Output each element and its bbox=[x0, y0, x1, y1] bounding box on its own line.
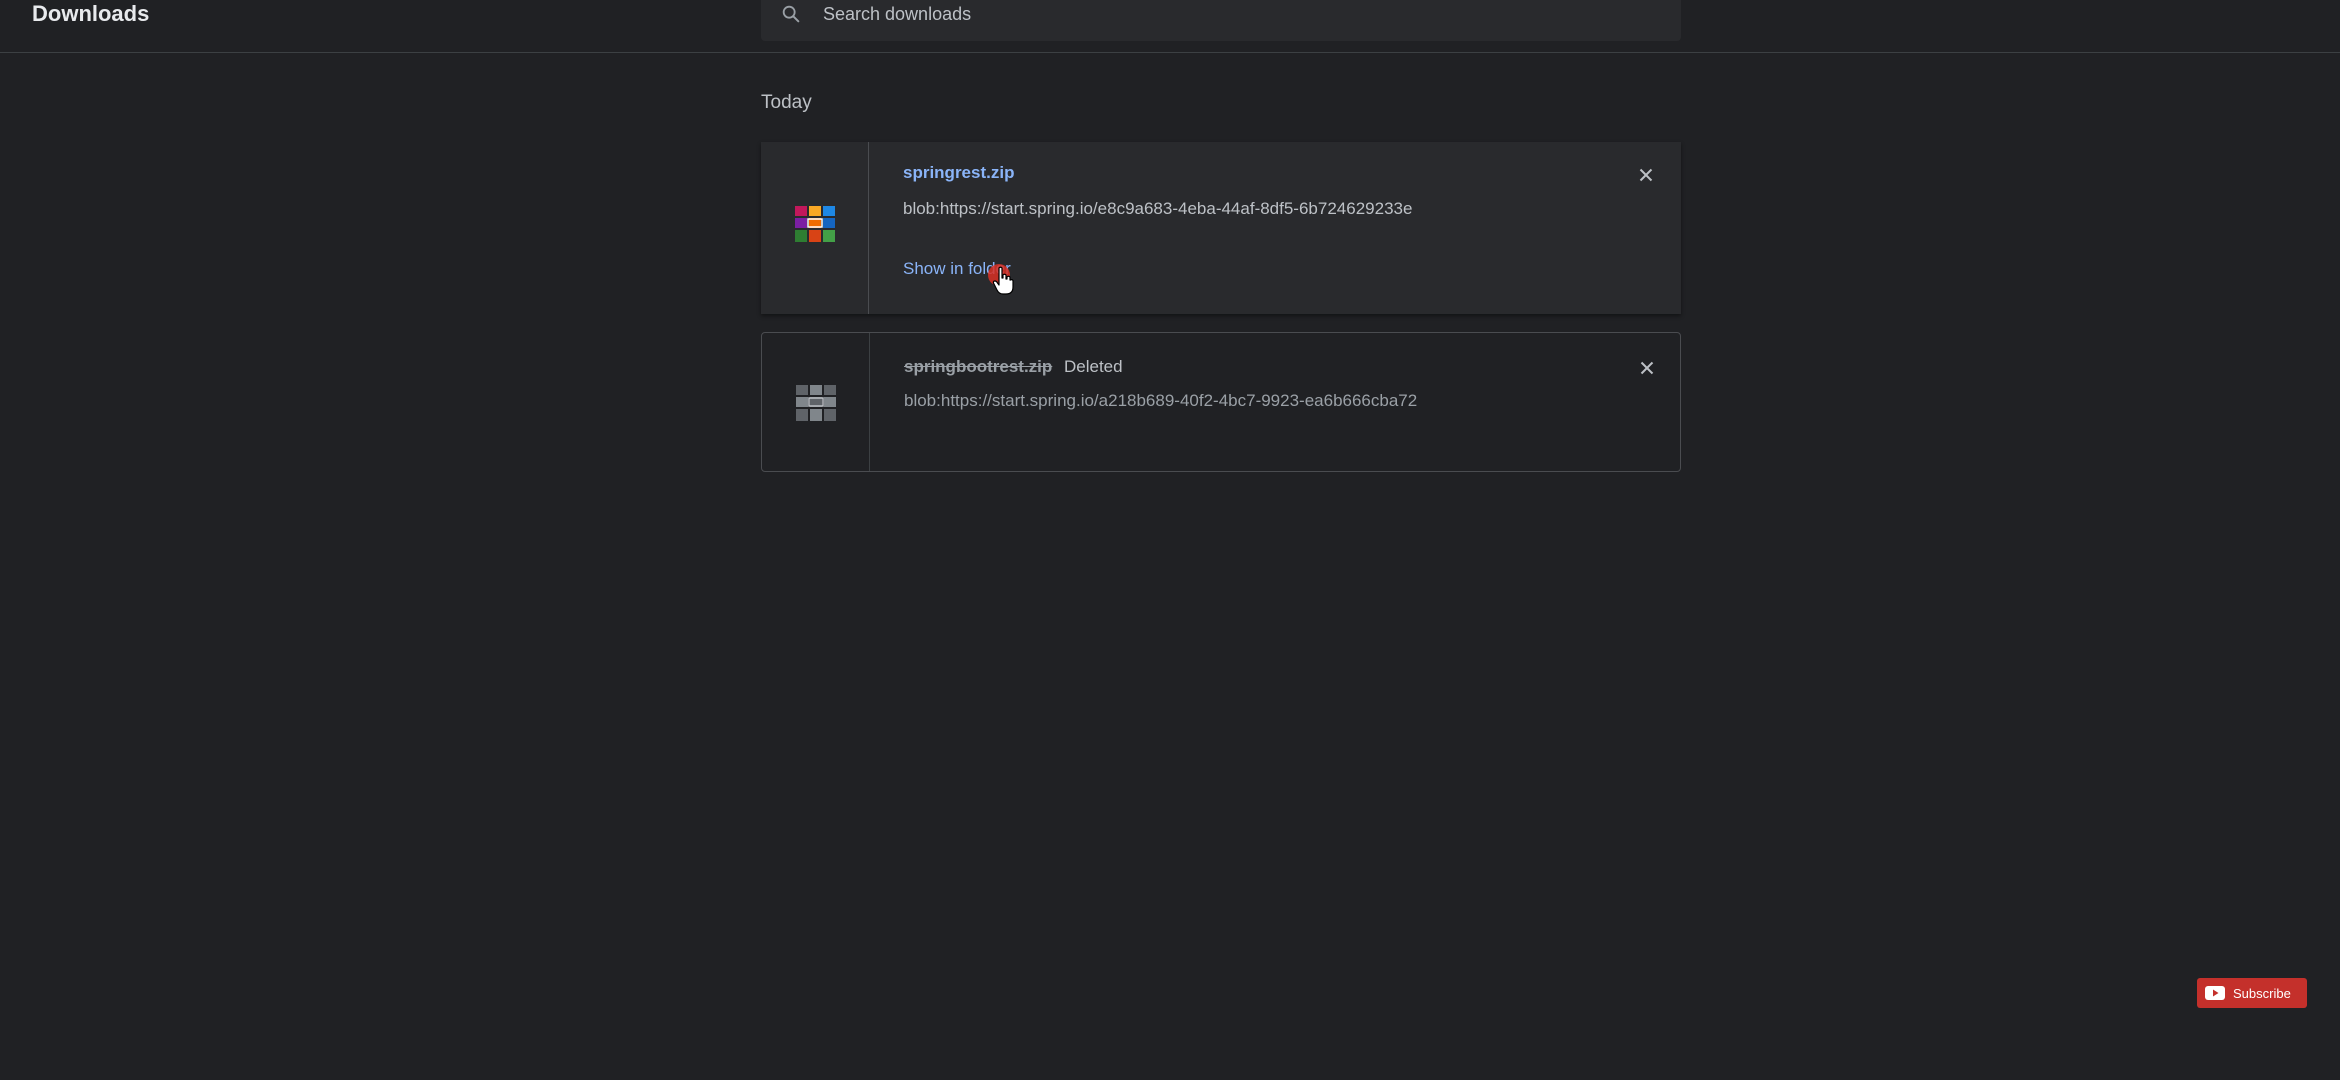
date-heading: Today bbox=[761, 92, 812, 113]
file-name-link[interactable]: springrest.zip bbox=[903, 163, 1014, 183]
download-item: springrest.zip blob:https://start.spring… bbox=[761, 142, 1681, 314]
youtube-play-icon bbox=[2205, 986, 2225, 1000]
toolbar: Downloads bbox=[0, 0, 2340, 53]
file-url[interactable]: blob:https://start.spring.io/e8c9a683-4e… bbox=[903, 199, 1412, 219]
close-icon bbox=[1640, 361, 1654, 375]
hand-cursor-icon bbox=[992, 266, 1014, 295]
download-item: springbootrest.zip Deleted blob:https://… bbox=[761, 332, 1681, 472]
file-icon-column bbox=[761, 142, 869, 314]
status-badge: Deleted bbox=[1064, 357, 1123, 376]
file-url[interactable]: blob:https://start.spring.io/a218b689-40… bbox=[904, 391, 1417, 411]
file-icon-column bbox=[762, 333, 870, 471]
file-name-deleted: springbootrest.zip bbox=[904, 357, 1053, 376]
search-bar[interactable] bbox=[761, 0, 1681, 41]
remove-from-list-button[interactable] bbox=[1633, 354, 1661, 382]
search-icon bbox=[782, 5, 800, 23]
remove-from-list-button[interactable] bbox=[1632, 161, 1660, 189]
archive-icon bbox=[796, 385, 836, 421]
subscribe-label: Subscribe bbox=[2233, 985, 2291, 1001]
search-input[interactable] bbox=[823, 0, 1643, 28]
page-title: Downloads bbox=[32, 1, 150, 26]
close-icon bbox=[1639, 168, 1653, 182]
subscribe-button[interactable]: Subscribe bbox=[2197, 978, 2307, 1008]
archive-icon bbox=[795, 206, 835, 242]
